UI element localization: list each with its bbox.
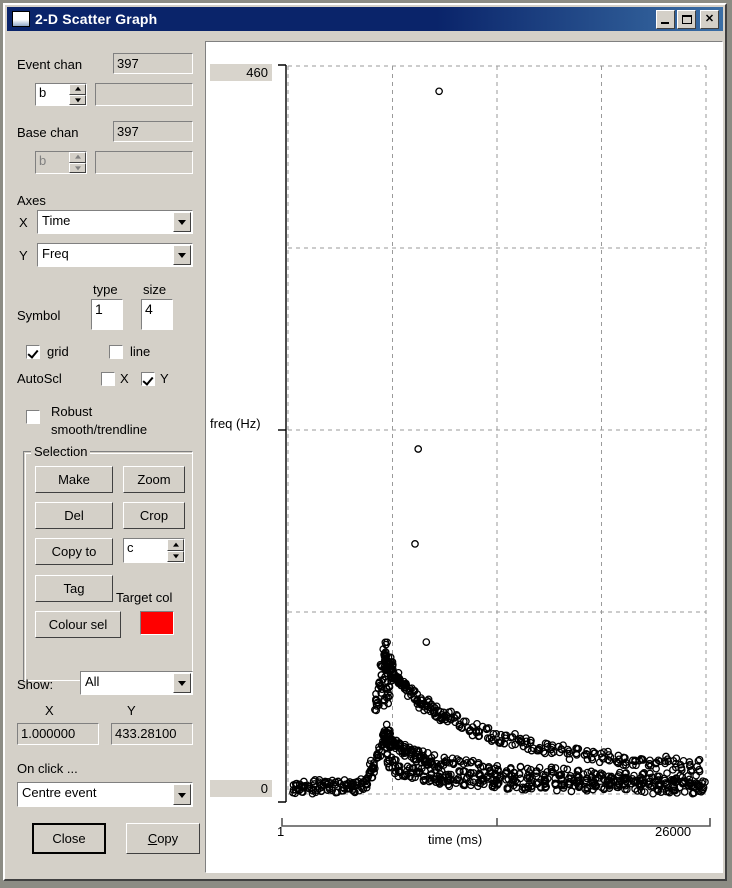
plot-frame: 460 0 freq (Hz) 1 26000 time (ms)	[205, 41, 723, 873]
target-colour-fill	[141, 612, 173, 634]
maximize-button[interactable]	[677, 9, 696, 29]
on-click-label: On click ...	[17, 761, 78, 776]
symbol-label: Symbol	[17, 308, 61, 323]
event-chan-value: 397	[113, 53, 193, 74]
autoscl-label: AutoScl	[17, 371, 62, 386]
copy-button-label: Copy	[147, 831, 179, 846]
y-axis-min-tick: 0	[210, 780, 272, 797]
symbol-type-input[interactable]: 1	[91, 299, 123, 330]
chevron-down-icon[interactable]	[173, 245, 191, 265]
chevron-down-icon[interactable]	[173, 673, 191, 693]
spinner-down-icon[interactable]	[167, 550, 184, 562]
close-icon: ✕	[704, 12, 715, 25]
del-button[interactable]: Del	[35, 502, 113, 529]
x-axis-select[interactable]: Time	[37, 210, 193, 234]
robust-smooth-checkbox[interactable]	[26, 410, 40, 424]
make-button[interactable]: Make	[35, 466, 113, 493]
grid-checkbox[interactable]	[26, 345, 40, 359]
x-axis-title: time (ms)	[428, 832, 483, 847]
minimize-button[interactable]	[656, 9, 675, 29]
x-axis-select-value: Time	[42, 213, 71, 228]
copy-to-spinner-value: c	[127, 540, 134, 555]
line-checkbox[interactable]	[109, 345, 123, 359]
base-chan-spinner: b	[35, 151, 87, 174]
scatter-graph-window: 2-D Scatter Graph ✕ Event chan 397 b Bas…	[3, 3, 727, 881]
base-chan-value: 397	[113, 121, 193, 142]
base-chan-spinner-arrows	[69, 152, 86, 173]
symbol-type-label: type	[93, 282, 118, 297]
spinner-down-icon[interactable]	[69, 94, 86, 105]
window-icon	[12, 11, 30, 27]
colour-sel-button[interactable]: Colour sel	[35, 611, 121, 638]
maximize-icon	[682, 14, 692, 24]
close-dialog-button[interactable]: Close	[32, 823, 106, 854]
show-label: Show:	[17, 677, 54, 692]
robust-label-line1: Robust	[51, 404, 93, 419]
event-chan-name-field	[95, 83, 193, 106]
base-chan-name-field	[95, 151, 193, 174]
crop-button[interactable]: Crop	[123, 502, 185, 529]
copy-to-spinner[interactable]: c	[123, 538, 185, 563]
chevron-down-icon[interactable]	[173, 212, 191, 232]
x-axis-min-tick: 1	[277, 824, 285, 839]
y-axis-label: Y	[19, 248, 28, 263]
spinner-down-icon	[69, 162, 86, 173]
autoscl-y-label: Y	[160, 371, 169, 386]
tag-button[interactable]: Tag	[35, 575, 113, 602]
window-controls: ✕	[656, 9, 721, 29]
chevron-down-icon[interactable]	[173, 784, 191, 805]
y-axis-select-value: Freq	[42, 246, 69, 261]
minimize-icon	[661, 21, 669, 24]
y-axis-select[interactable]: Freq	[37, 243, 193, 267]
event-chan-spinner[interactable]: b	[35, 83, 87, 106]
autoscl-x-label: X	[120, 371, 129, 386]
copy-button[interactable]: Copy	[126, 823, 200, 854]
line-label: line	[130, 344, 151, 359]
symbol-size-label: size	[143, 282, 167, 297]
axes-section-label: Axes	[17, 193, 46, 208]
spinner-up-icon[interactable]	[167, 539, 184, 551]
control-panel: Event chan 397 b Base chan 397 b Axes X …	[15, 41, 200, 873]
scatter-plot[interactable]	[206, 42, 722, 872]
spinner-up-icon[interactable]	[69, 84, 86, 95]
window-title: 2-D Scatter Graph	[35, 11, 158, 27]
selection-group-title: Selection	[31, 444, 91, 459]
target-colour-swatch[interactable]	[140, 611, 174, 635]
base-chan-spinner-value: b	[39, 153, 47, 168]
event-chan-spinner-value: b	[39, 85, 47, 100]
title-bar: 2-D Scatter Graph ✕	[7, 7, 723, 31]
on-click-select-value: Centre event	[22, 785, 97, 800]
zoom-button[interactable]: Zoom	[123, 466, 185, 493]
readout-x-label: X	[45, 703, 54, 718]
x-axis-max-tick: 26000	[655, 824, 692, 839]
show-select-value: All	[85, 674, 100, 689]
copy-to-button[interactable]: Copy to	[35, 538, 113, 565]
copy-to-spinner-arrows[interactable]	[167, 539, 184, 562]
event-chan-label: Event chan	[17, 57, 83, 72]
y-axis-max-tick: 460	[210, 64, 272, 81]
base-chan-label: Base chan	[17, 125, 79, 140]
x-axis-label: X	[19, 215, 28, 230]
autoscl-x-checkbox[interactable]	[101, 372, 115, 386]
y-axis-title: freq (Hz)	[210, 416, 261, 431]
show-select[interactable]: All	[80, 671, 193, 695]
close-button[interactable]: ✕	[700, 9, 719, 29]
target-col-label: Target col	[116, 590, 173, 605]
autoscl-y-checkbox[interactable]	[141, 372, 155, 386]
symbol-size-input[interactable]: 4	[141, 299, 173, 330]
spinner-up-icon	[69, 152, 86, 163]
event-chan-spinner-arrows[interactable]	[69, 84, 86, 105]
readout-x-value: 1.000000	[17, 723, 99, 745]
robust-label-line2: smooth/trendline	[51, 422, 148, 437]
on-click-select[interactable]: Centre event	[17, 782, 193, 807]
readout-y-value: 433.28100	[111, 723, 193, 745]
readout-y-label: Y	[127, 703, 136, 718]
grid-label: grid	[47, 344, 69, 359]
